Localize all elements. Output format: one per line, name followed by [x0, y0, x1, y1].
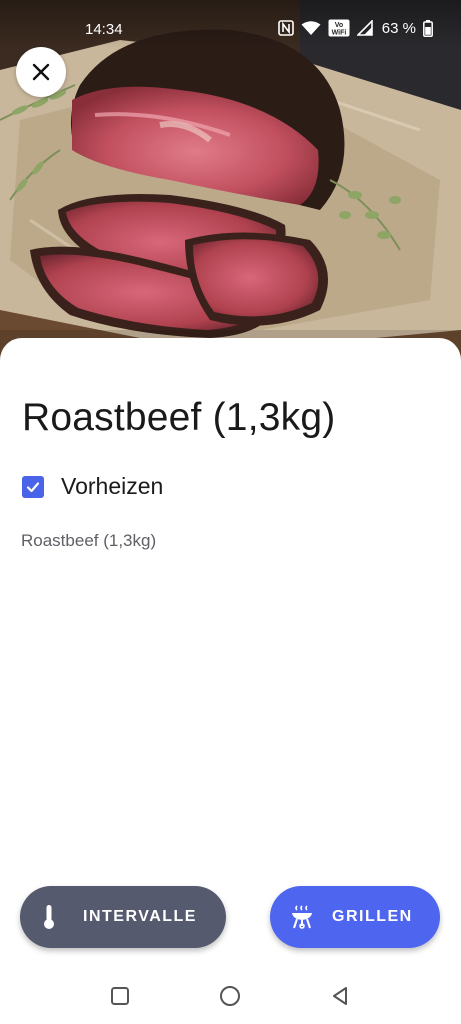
- preheat-checkbox-row[interactable]: Vorheizen: [22, 473, 163, 500]
- thermometer-icon: [42, 904, 56, 930]
- grill-icon: [290, 904, 314, 930]
- roast-beef-photo: [0, 0, 461, 370]
- svg-text:Vo: Vo: [335, 22, 343, 29]
- preheat-checkbox[interactable]: [22, 475, 44, 498]
- grillen-label: GRILLEN: [332, 908, 413, 925]
- recents-icon: [111, 987, 129, 1005]
- grillen-button[interactable]: GRILLEN: [270, 886, 440, 948]
- back-icon: [333, 987, 347, 1005]
- home-button[interactable]: [218, 984, 242, 1008]
- recipe-title: Roastbeef (1,3kg): [22, 396, 336, 439]
- hero-illustration: [0, 0, 461, 370]
- check-icon: [26, 481, 40, 492]
- battery-icon: [423, 19, 433, 37]
- recipe-subtitle: Roastbeef (1,3kg): [21, 531, 157, 550]
- status-time: 14:34: [85, 21, 123, 38]
- intervalle-label: INTERVALLE: [83, 908, 197, 925]
- nfc-icon: [277, 20, 294, 36]
- status-bar: 14:34 Vo WiFi 63 %: [0, 0, 461, 48]
- system-nav-bar: [0, 968, 461, 1024]
- svg-text:WiFi: WiFi: [331, 30, 346, 37]
- recipe-detail-screen: 14:34 Vo WiFi 63 % Roastbeef (1,3kg) Vor…: [0, 0, 461, 1024]
- preheat-label: Vorheizen: [61, 473, 164, 499]
- close-button[interactable]: [16, 47, 66, 97]
- close-icon: [32, 63, 50, 81]
- home-icon: [220, 986, 240, 1006]
- signal-icon: [356, 20, 373, 36]
- recents-button[interactable]: [108, 984, 132, 1008]
- intervalle-button[interactable]: INTERVALLE: [20, 886, 226, 948]
- wifi-icon: [301, 20, 321, 36]
- back-button[interactable]: [328, 984, 352, 1008]
- status-icons: Vo WiFi 63 %: [277, 19, 433, 37]
- vowifi-icon: Vo WiFi: [328, 19, 350, 37]
- battery-percent: 63 %: [381, 19, 416, 37]
